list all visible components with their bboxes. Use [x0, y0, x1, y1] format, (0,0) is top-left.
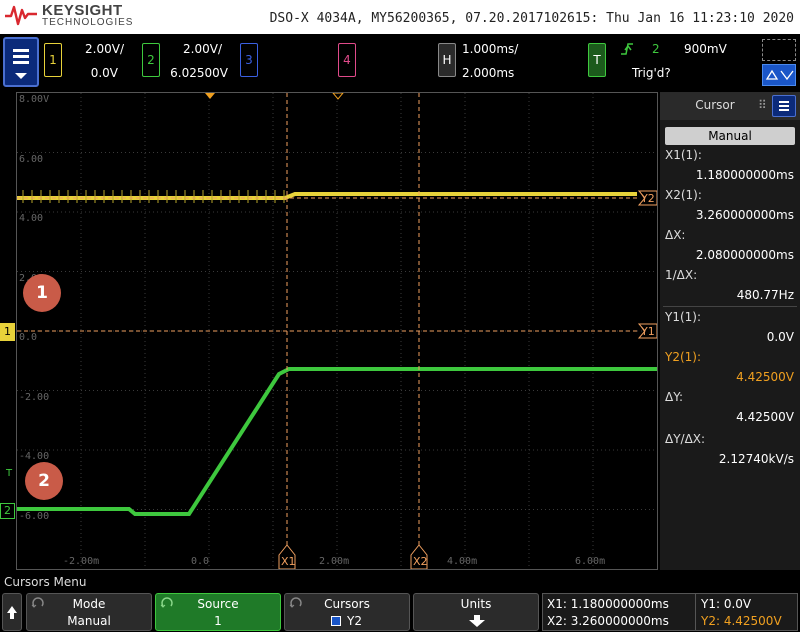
y2-cursor-label: Y2 [641, 192, 655, 205]
list-icon [779, 101, 789, 111]
header-bar: KEYSIGHT TECHNOLOGIES DSO-X 4034A, MY562… [0, 0, 800, 34]
mode-softkey-value: Manual [67, 614, 111, 628]
cursors-softkey-label: Cursors [324, 597, 370, 611]
x1-value: 1.180000000ms [695, 168, 794, 182]
brand-subtitle: TECHNOLOGIES [42, 17, 134, 28]
delay-marker-icon [332, 93, 344, 100]
x2-cursor-label: X2 [413, 555, 428, 568]
delta-x-value: 2.080000000ms [695, 248, 794, 262]
y1-value: 0.0V [766, 330, 794, 344]
y-tick-label: 6.00 [19, 153, 44, 165]
ch2-button[interactable]: 2 [142, 43, 160, 77]
arrow-down-icon [469, 615, 485, 627]
y1-label: Y1(1): [665, 310, 702, 324]
readout-divider [695, 594, 696, 630]
ch4-button[interactable]: 4 [338, 43, 356, 77]
x-tick-label: 6.00m [575, 556, 606, 567]
trigger-level-marker[interactable]: T [6, 468, 12, 479]
keysight-logo-icon [5, 5, 37, 26]
source-softkey[interactable]: Source 1 [155, 593, 281, 631]
delta-y-label: ΔY: [665, 390, 683, 404]
trigger-position-marker-icon [205, 93, 215, 99]
panel-list-button[interactable] [772, 95, 796, 117]
units-softkey[interactable]: Units [413, 593, 539, 631]
x1-label: X1(1): [665, 148, 702, 162]
trigger-status: Trig'd? [632, 66, 671, 80]
zoom-box-button[interactable] [762, 39, 796, 61]
x-tick-label: 0.0 [191, 556, 210, 567]
y-tick-label: 4.00 [19, 213, 44, 224]
rising-edge-icon [621, 43, 633, 55]
mode-softkey[interactable]: Mode Manual [26, 593, 152, 631]
x2-label: X2(1): [665, 188, 702, 202]
softkey-menu-title: Cursors Menu [4, 575, 87, 589]
panel-divider [663, 306, 797, 307]
trigger-level: 900mV [684, 42, 727, 56]
delta-y-value: 4.42500V [736, 410, 794, 424]
source-softkey-label: Source [197, 597, 239, 611]
ch1-trace [17, 192, 637, 200]
y-tick-label: -2.00 [19, 391, 50, 403]
waveform-graticule [17, 93, 657, 569]
delta-x-label: ΔX: [665, 228, 686, 242]
units-softkey-label: Units [460, 597, 492, 611]
horizontal-button[interactable]: H [438, 43, 456, 77]
y2-label: Y2(1): [665, 350, 702, 364]
annotation-badge-1: 1 [23, 274, 61, 312]
cursor-panel-header: Cursor ⠿ [660, 92, 800, 120]
drag-grip-icon[interactable]: ⠿ [758, 98, 767, 112]
main-menu-button[interactable] [3, 37, 39, 87]
ch1-offset: 0.0V [90, 66, 118, 80]
instrument-title: DSO-X 4034A, MY56200365, 07.20.201710261… [269, 11, 794, 26]
horizontal-scale: 1.000ms/ [462, 42, 519, 56]
x1-cursor-label: X1 [281, 555, 296, 568]
ch3-button[interactable]: 3 [240, 43, 258, 77]
readout-x2: X2: 3.260000000ms [547, 614, 669, 628]
y-tick-label: 0.0 [19, 332, 38, 343]
cursor-panel: Cursor ⠿ Manual X1(1): 1.180000000ms X2(… [660, 92, 800, 570]
checkbox-icon [331, 616, 341, 626]
ch1-button[interactable]: 1 [44, 43, 62, 77]
readout-x1: X1: 1.180000000ms [547, 597, 669, 611]
slope-value: 2.12740kV/s [718, 452, 794, 466]
channel-control-bar: 1 2.00V/ 0.0V 2 2.00V/ 6.02500V 3 4 H 1.… [0, 34, 800, 92]
trigger-source: 2 [652, 42, 660, 56]
x-tick-label: -2.00m [63, 556, 100, 567]
x2-value: 3.260000000ms [695, 208, 794, 222]
cursor-panel-title: Cursor [695, 98, 735, 112]
trigger-button[interactable]: T [588, 43, 606, 77]
ch1-scale: 2.00V/ [85, 42, 124, 56]
inv-delta-x-value: 480.77Hz [736, 288, 794, 302]
annotation-badge-2: 2 [25, 462, 63, 500]
touch-gesture-button[interactable] [762, 64, 796, 86]
mode-softkey-label: Mode [72, 597, 106, 611]
y-tick-label: -4.00 [19, 451, 50, 462]
slope-label: ΔY/ΔX: [665, 432, 706, 446]
cursors-softkey-value: Y2 [347, 614, 362, 628]
ch1-ground-marker[interactable]: 1 [0, 323, 15, 341]
readout-y1: Y1: 0.0V [701, 597, 752, 611]
back-button[interactable] [2, 593, 22, 631]
inv-delta-x-label: 1/ΔX: [665, 268, 698, 282]
y1-cursor-label: Y1 [641, 325, 655, 338]
ch2-offset: 6.02500V [170, 66, 228, 80]
ch2-scale: 2.00V/ [183, 42, 222, 56]
waveform-display[interactable]: 8.00V6.004.002.000.0-2.00-4.00-6.00 -2.0… [16, 92, 658, 570]
x-tick-label: 2.00m [319, 556, 350, 567]
cursors-softkey[interactable]: Cursors Y2 [284, 593, 410, 631]
cursor-mode-button[interactable]: Manual [665, 127, 795, 145]
horizontal-delay: 2.000ms [462, 66, 515, 80]
arrow-up-icon [7, 606, 17, 619]
source-softkey-value: 1 [214, 614, 222, 628]
delta-cursor-icon [765, 69, 794, 81]
y-tick-label: -6.00 [19, 510, 50, 522]
y2-value: 4.42500V [736, 370, 794, 384]
ch2-ground-marker[interactable]: 2 [0, 503, 15, 519]
readout-y2: Y2: 4.42500V [701, 614, 782, 628]
cursor-readout: X1: 1.180000000ms X2: 3.260000000ms Y1: … [542, 593, 798, 631]
softkey-bar: Mode Manual Source 1 Cursors Y2 Units X1… [0, 592, 800, 632]
x-tick-label: 4.00m [447, 556, 478, 567]
menu-list-icon [13, 49, 29, 79]
y-tick-label: 8.00V [19, 94, 50, 105]
